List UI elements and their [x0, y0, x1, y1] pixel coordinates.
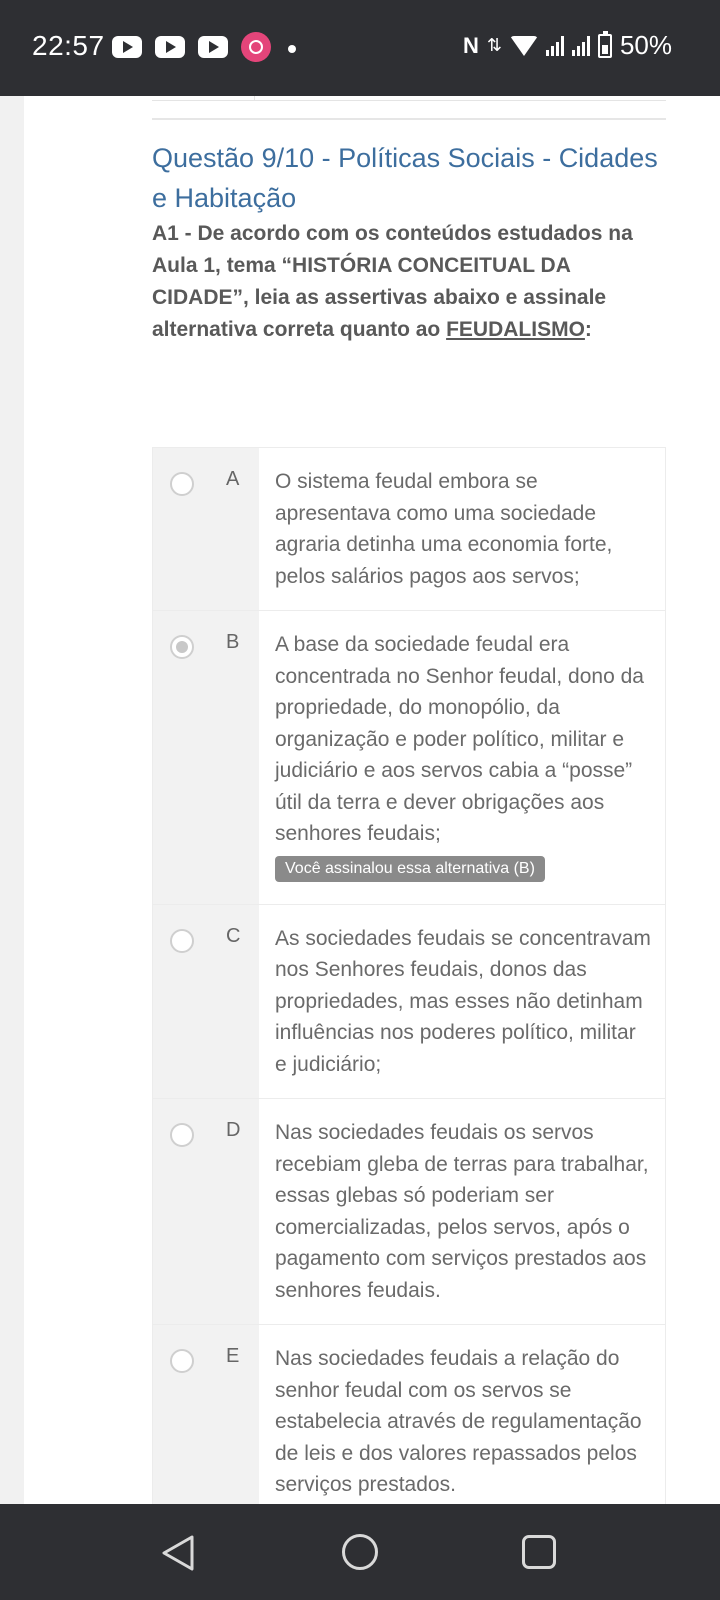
question-text-end: : — [584, 318, 592, 341]
answer-options: A O sistema feudal embora se apresentava… — [152, 447, 666, 1504]
signal-icon — [545, 35, 564, 56]
option-d[interactable]: D Nas sociedades feudais os servos receb… — [153, 1099, 665, 1325]
option-letter: E — [226, 1345, 240, 1367]
option-letter: B — [226, 631, 240, 653]
recent-apps-icon[interactable] — [522, 1535, 556, 1569]
question-title: Questão 9/10 - Políticas Sociais - Cidad… — [152, 143, 658, 213]
radio-button[interactable] — [170, 472, 194, 496]
status-bar: 22:57 N ⇅ 50% — [0, 0, 720, 96]
option-text: A base da sociedade feudal era concentra… — [275, 633, 644, 845]
radio-button[interactable] — [170, 1349, 194, 1373]
radio-button[interactable] — [170, 928, 194, 953]
previous-question-divider — [254, 96, 255, 101]
option-text-container[interactable]: A base da sociedade feudal era concentra… — [259, 611, 665, 904]
option-text[interactable]: O sistema feudal embora se apresentava c… — [259, 448, 665, 610]
quiz-page: Questão 9/10 - Políticas Sociais - Cidad… — [24, 96, 720, 1504]
youtube-icon — [112, 36, 142, 58]
selected-answer-badge: Você assinalou essa alternativa (B) — [275, 855, 545, 882]
option-letter: C — [226, 924, 241, 947]
camera-app-icon — [241, 32, 271, 62]
dot-icon — [288, 45, 296, 53]
option-b[interactable]: B A base da sociedade feudal era concent… — [153, 611, 665, 905]
battery-percent: 50% — [619, 30, 672, 60]
option-c[interactable]: C As sociedades feudais se concentravam … — [153, 904, 665, 1099]
option-selector: D — [153, 1099, 259, 1324]
clock: 22:57 — [32, 30, 105, 61]
option-text[interactable]: Nas sociedades feudais a relação do senh… — [259, 1325, 665, 1504]
option-text[interactable]: As sociedades feudais se concentravam no… — [259, 905, 665, 1099]
navigation-bar — [0, 1504, 720, 1600]
option-e[interactable]: E Nas sociedades feudais a relação do se… — [153, 1325, 665, 1504]
question-keyword: FEUDALISMO — [446, 318, 585, 341]
option-text[interactable]: Nas sociedades feudais os servos recebia… — [259, 1099, 665, 1324]
battery-icon — [597, 30, 612, 58]
option-letter: A — [226, 468, 240, 490]
previous-question-edge — [152, 96, 666, 101]
option-letter: D — [226, 1119, 241, 1141]
signal-icon — [571, 35, 590, 56]
data-arrows-icon: ⇅ — [486, 35, 502, 55]
home-icon[interactable] — [342, 1534, 378, 1570]
radio-button-selected[interactable] — [170, 635, 194, 659]
radio-button[interactable] — [170, 1123, 194, 1147]
youtube-icon — [198, 36, 228, 58]
youtube-icon — [155, 36, 185, 58]
back-icon[interactable] — [160, 1534, 196, 1572]
nfc-icon: N — [462, 32, 479, 58]
divider — [152, 118, 666, 120]
wifi-icon — [509, 35, 538, 56]
option-selector: C — [153, 904, 259, 1098]
question-text: A1 - De acordo com os conteúdos estudado… — [152, 218, 672, 346]
option-selector: B — [153, 611, 259, 904]
option-selector: A — [153, 448, 259, 610]
option-a[interactable]: A O sistema feudal embora se apresentava… — [153, 448, 665, 611]
option-selector: E — [153, 1325, 259, 1504]
